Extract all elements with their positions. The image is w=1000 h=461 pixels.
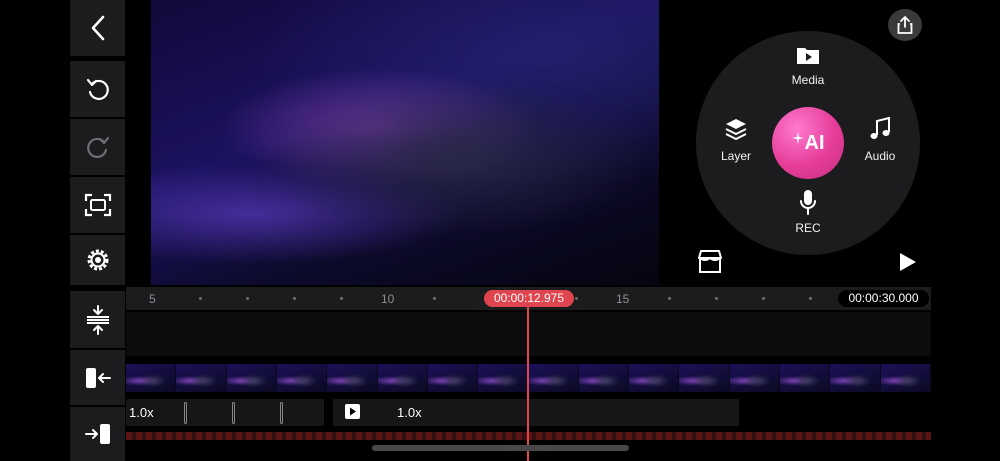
play-button[interactable] [898,252,918,272]
ruler-dot [762,297,765,300]
play-icon [900,253,916,271]
ruler-label-15: 15 [616,292,630,306]
undo-button[interactable] [70,61,125,117]
sparkle-icon [791,132,804,144]
jump-to-start-button[interactable] [70,350,125,405]
share-button[interactable] [888,9,922,41]
waveform-mark [232,402,235,424]
total-time-badge: 00:00:30.000 [838,290,929,307]
ruler-dot [715,297,718,300]
ruler-dot [668,297,671,300]
ai-button[interactable]: AI [772,107,844,179]
media-label: Media [791,73,825,87]
clip1-speed-label: 1.0x [129,405,154,420]
redo-icon [86,136,109,159]
chevron-left-icon [91,15,104,41]
ruler-dot [809,297,812,300]
ruler-dot [246,297,249,300]
layer-button[interactable]: Layer [712,117,760,163]
share-icon [897,16,913,34]
gear-icon [87,249,108,271]
ruler-dot [199,297,202,300]
media-folder-icon [797,48,819,64]
undo-icon [86,78,109,101]
ai-label: AI [804,131,825,154]
back-button[interactable] [70,0,125,56]
video-thumbnail [880,364,931,392]
video-thumbnail [377,364,428,392]
waveform-mark [184,402,187,424]
fullscreen-button[interactable] [70,177,125,233]
video-thumbnail [830,364,881,392]
audio-clip-2[interactable] [333,399,739,426]
redo-button[interactable] [70,119,125,175]
ruler-label-5: 5 [149,292,156,306]
playhead[interactable] [527,304,529,461]
rec-button[interactable]: REC [784,189,832,235]
ruler-dot [433,297,436,300]
ruler-dot [293,297,296,300]
clip-play-icon [345,404,360,419]
audio-clip-1[interactable] [126,399,324,426]
waveform-mark [280,402,283,424]
layers-icon [725,119,747,141]
jump-right-icon [84,424,110,444]
ruler-dot [575,297,578,300]
video-thumbnail [729,364,781,392]
track-height-button[interactable] [70,291,125,348]
video-thumbnail [327,364,378,392]
video-thumbnail [578,364,630,392]
ruler-dot [340,297,343,300]
video-thumbnail [478,364,529,392]
video-thumbnail [226,364,277,392]
store-icon [698,250,722,273]
audio-button[interactable]: Audio [856,117,904,163]
fullscreen-icon [84,193,111,217]
video-thumbnail [126,364,177,392]
video-thumbnail [276,364,328,392]
video-thumbnail [629,364,680,392]
settings-button[interactable] [70,235,125,285]
video-thumbnail [679,364,730,392]
media-button[interactable]: Media [784,45,832,87]
timeline-scrollbar[interactable] [372,445,629,451]
ruler-label-10: 10 [381,292,395,306]
clip2-speed-label: 1.0x [397,405,422,420]
video-thumbnail [427,364,479,392]
expand-vertical-icon [86,304,109,335]
asset-store-button[interactable] [696,249,724,275]
current-time-badge: 00:00:12.975 [484,290,574,307]
layer-label: Layer [720,149,752,163]
audio-label: Audio [864,149,896,163]
jump-left-icon [85,367,111,388]
jump-to-end-button[interactable] [70,407,125,461]
rec-label: REC [795,221,821,235]
video-preview[interactable] [151,0,659,285]
microphone-icon [800,190,816,215]
music-note-icon [870,117,890,139]
video-thumbnail [528,364,579,392]
video-thumbnail [780,364,831,392]
video-thumbnail [176,364,227,392]
